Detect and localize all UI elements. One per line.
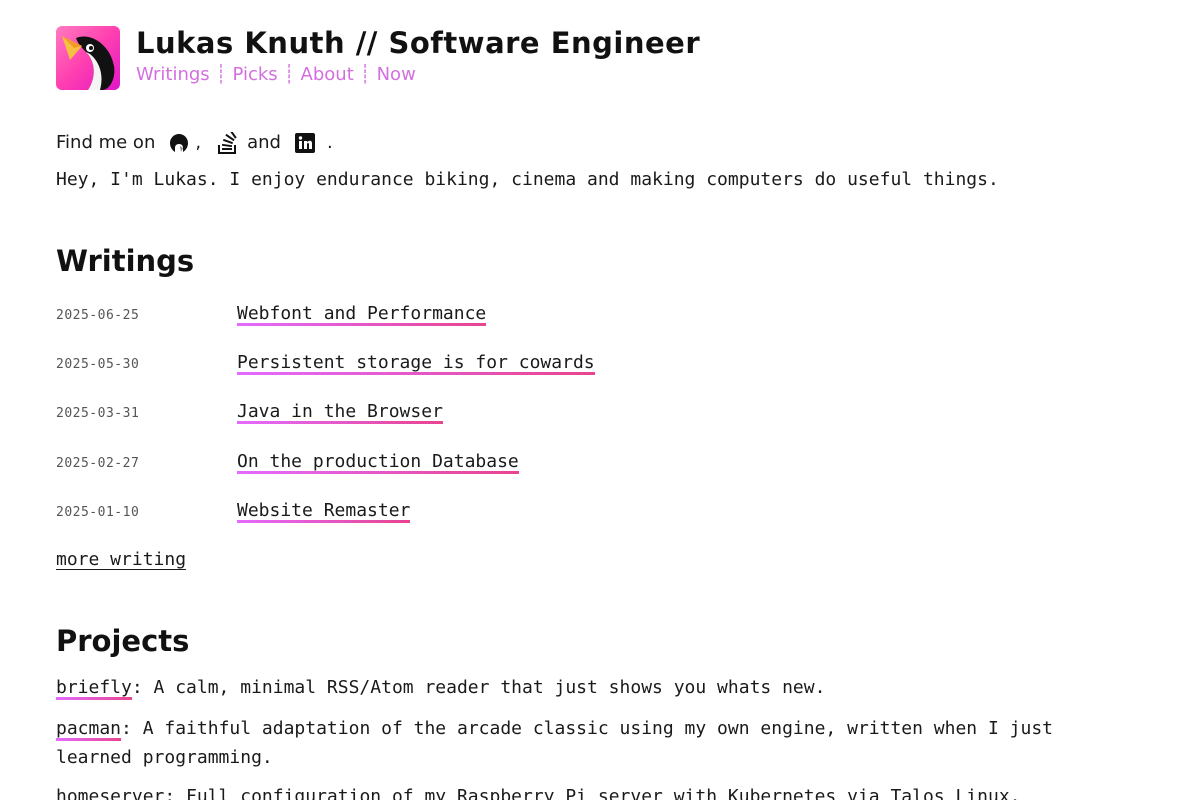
- nav-separator: ┊: [359, 64, 371, 85]
- writing-link[interactable]: Webfont and Performance: [237, 303, 487, 326]
- project-description: : A calm, minimal RSS/Atom reader that j…: [131, 677, 826, 698]
- github-icon[interactable]: [167, 131, 191, 155]
- projects-heading: Projects: [56, 624, 190, 658]
- project-link[interactable]: briefly: [56, 677, 132, 700]
- writing-row: 2025-06-25 Webfont and Performance: [56, 303, 487, 326]
- main-nav: Writings ┊ Picks ┊ About ┊ Now: [136, 64, 700, 86]
- nav-picks[interactable]: Picks: [233, 64, 278, 85]
- writing-link[interactable]: Website Remaster: [237, 500, 411, 523]
- writing-row: 2025-02-27 On the production Database: [56, 451, 519, 474]
- nav-about[interactable]: About: [301, 64, 354, 85]
- writing-row: 2025-03-31 Java in the Browser: [56, 401, 443, 424]
- page: Lukas Knuth // Software Engineer Writing…: [0, 0, 1200, 800]
- nav-separator: ┊: [283, 64, 295, 85]
- project-item: pacman: A faithful adaptation of the arc…: [56, 714, 1056, 772]
- project-link[interactable]: pacman: [56, 718, 122, 741]
- writings-heading: Writings: [56, 244, 195, 278]
- penguin-logo-icon[interactable]: [56, 26, 120, 90]
- project-item: briefly: A calm, minimal RSS/Atom reader…: [56, 673, 1056, 702]
- writing-row: 2025-05-30 Persistent storage is for cow…: [56, 352, 595, 375]
- writing-date: 2025-06-25: [56, 308, 140, 323]
- comma: ,: [195, 132, 202, 153]
- writing-link[interactable]: Java in the Browser: [237, 401, 443, 424]
- nav-now[interactable]: Now: [377, 64, 416, 85]
- writing-date: 2025-03-31: [56, 406, 140, 421]
- intro-text: Hey, I'm Lukas. I enjoy endurance biking…: [56, 169, 999, 190]
- writing-link[interactable]: On the production Database: [237, 451, 519, 474]
- site-header: Lukas Knuth // Software Engineer Writing…: [56, 26, 700, 90]
- project-item: homeserver: Full configuration of my Ras…: [56, 782, 1056, 800]
- title-block: Lukas Knuth // Software Engineer Writing…: [136, 26, 700, 86]
- writing-link[interactable]: Persistent storage is for cowards: [237, 352, 595, 375]
- find-me-line: Find me on , and .: [56, 130, 333, 156]
- project-description: : A faithful adaptation of the arcade cl…: [56, 718, 1054, 768]
- writing-date: 2025-05-30: [56, 357, 140, 372]
- project-link[interactable]: homeserver: [56, 786, 165, 800]
- nav-writings[interactable]: Writings: [136, 64, 210, 85]
- linkedin-icon[interactable]: [293, 131, 317, 155]
- and-word: and: [247, 132, 281, 153]
- find-me-prefix: Find me on: [56, 132, 156, 153]
- site-title[interactable]: Lukas Knuth // Software Engineer: [136, 26, 700, 60]
- stackoverflow-icon[interactable]: [215, 131, 239, 155]
- writing-row: 2025-01-10 Website Remaster: [56, 500, 411, 523]
- more-writing-link[interactable]: more writing: [56, 548, 186, 572]
- period: .: [326, 132, 333, 153]
- writing-date: 2025-02-27: [56, 456, 140, 471]
- writing-date: 2025-01-10: [56, 505, 140, 520]
- project-description: : Full configuration of my Raspberry Pi …: [164, 786, 1021, 800]
- nav-separator: ┊: [215, 64, 227, 85]
